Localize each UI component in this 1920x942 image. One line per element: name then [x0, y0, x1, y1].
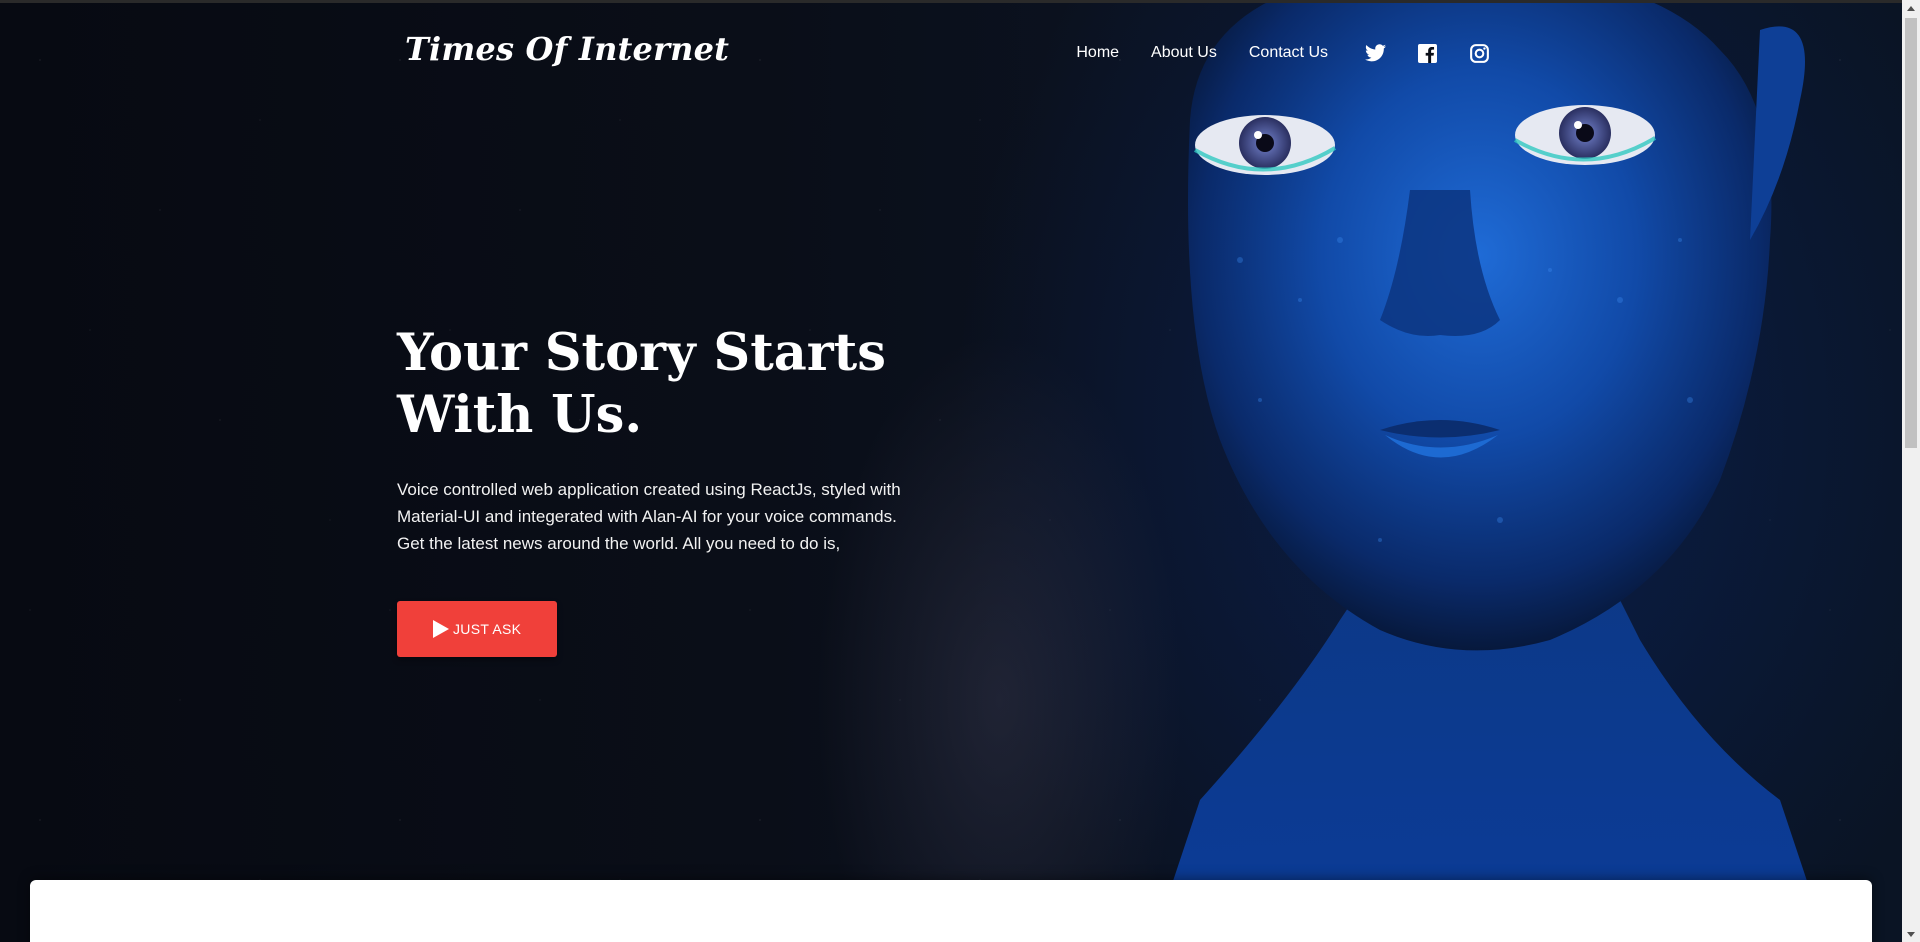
nav-links: Home About Us Contact Us [1076, 42, 1490, 64]
just-ask-label: JUST ASK [453, 621, 522, 637]
hero-content: Your Story Starts With Us. Voice control… [397, 322, 957, 657]
nav-link-home[interactable]: Home [1076, 44, 1119, 62]
page: Times Of Internet Home About Us Contact … [0, 0, 1920, 942]
instagram-icon[interactable] [1468, 42, 1490, 64]
content-card [30, 880, 1872, 942]
hero-description-line-1: Voice controlled web application created… [397, 480, 901, 499]
scroll-down-arrow-icon[interactable] [1902, 926, 1920, 942]
just-ask-button[interactable]: JUST ASK [397, 601, 558, 657]
hero-title-line-1: Your Story Starts [397, 323, 886, 383]
brand-logo[interactable]: Times Of Internet [405, 30, 729, 68]
facebook-icon[interactable] [1416, 42, 1438, 64]
hero-description-line-3: Get the latest news around the world. Al… [397, 534, 841, 553]
twitter-icon[interactable] [1364, 42, 1386, 64]
nav-link-about-us[interactable]: About Us [1151, 44, 1217, 62]
hero-title: Your Story Starts With Us. [397, 322, 957, 446]
navbar: Times Of Internet Home About Us Contact … [0, 0, 1902, 108]
nav-link-contact-us[interactable]: Contact Us [1249, 44, 1328, 62]
hero-description: Voice controlled web application created… [397, 476, 942, 557]
play-icon [433, 620, 449, 638]
scrollbar-thumb[interactable] [1905, 18, 1917, 448]
blue-face-image [1152, 0, 1828, 942]
scroll-up-arrow-icon[interactable] [1902, 0, 1920, 16]
top-strip [0, 0, 1920, 3]
social-links [1364, 42, 1490, 64]
hero-title-line-2: With Us. [397, 385, 643, 445]
hero-description-line-2: Material-UI and integerated with Alan-AI… [397, 507, 897, 526]
vertical-scrollbar[interactable] [1902, 0, 1920, 942]
